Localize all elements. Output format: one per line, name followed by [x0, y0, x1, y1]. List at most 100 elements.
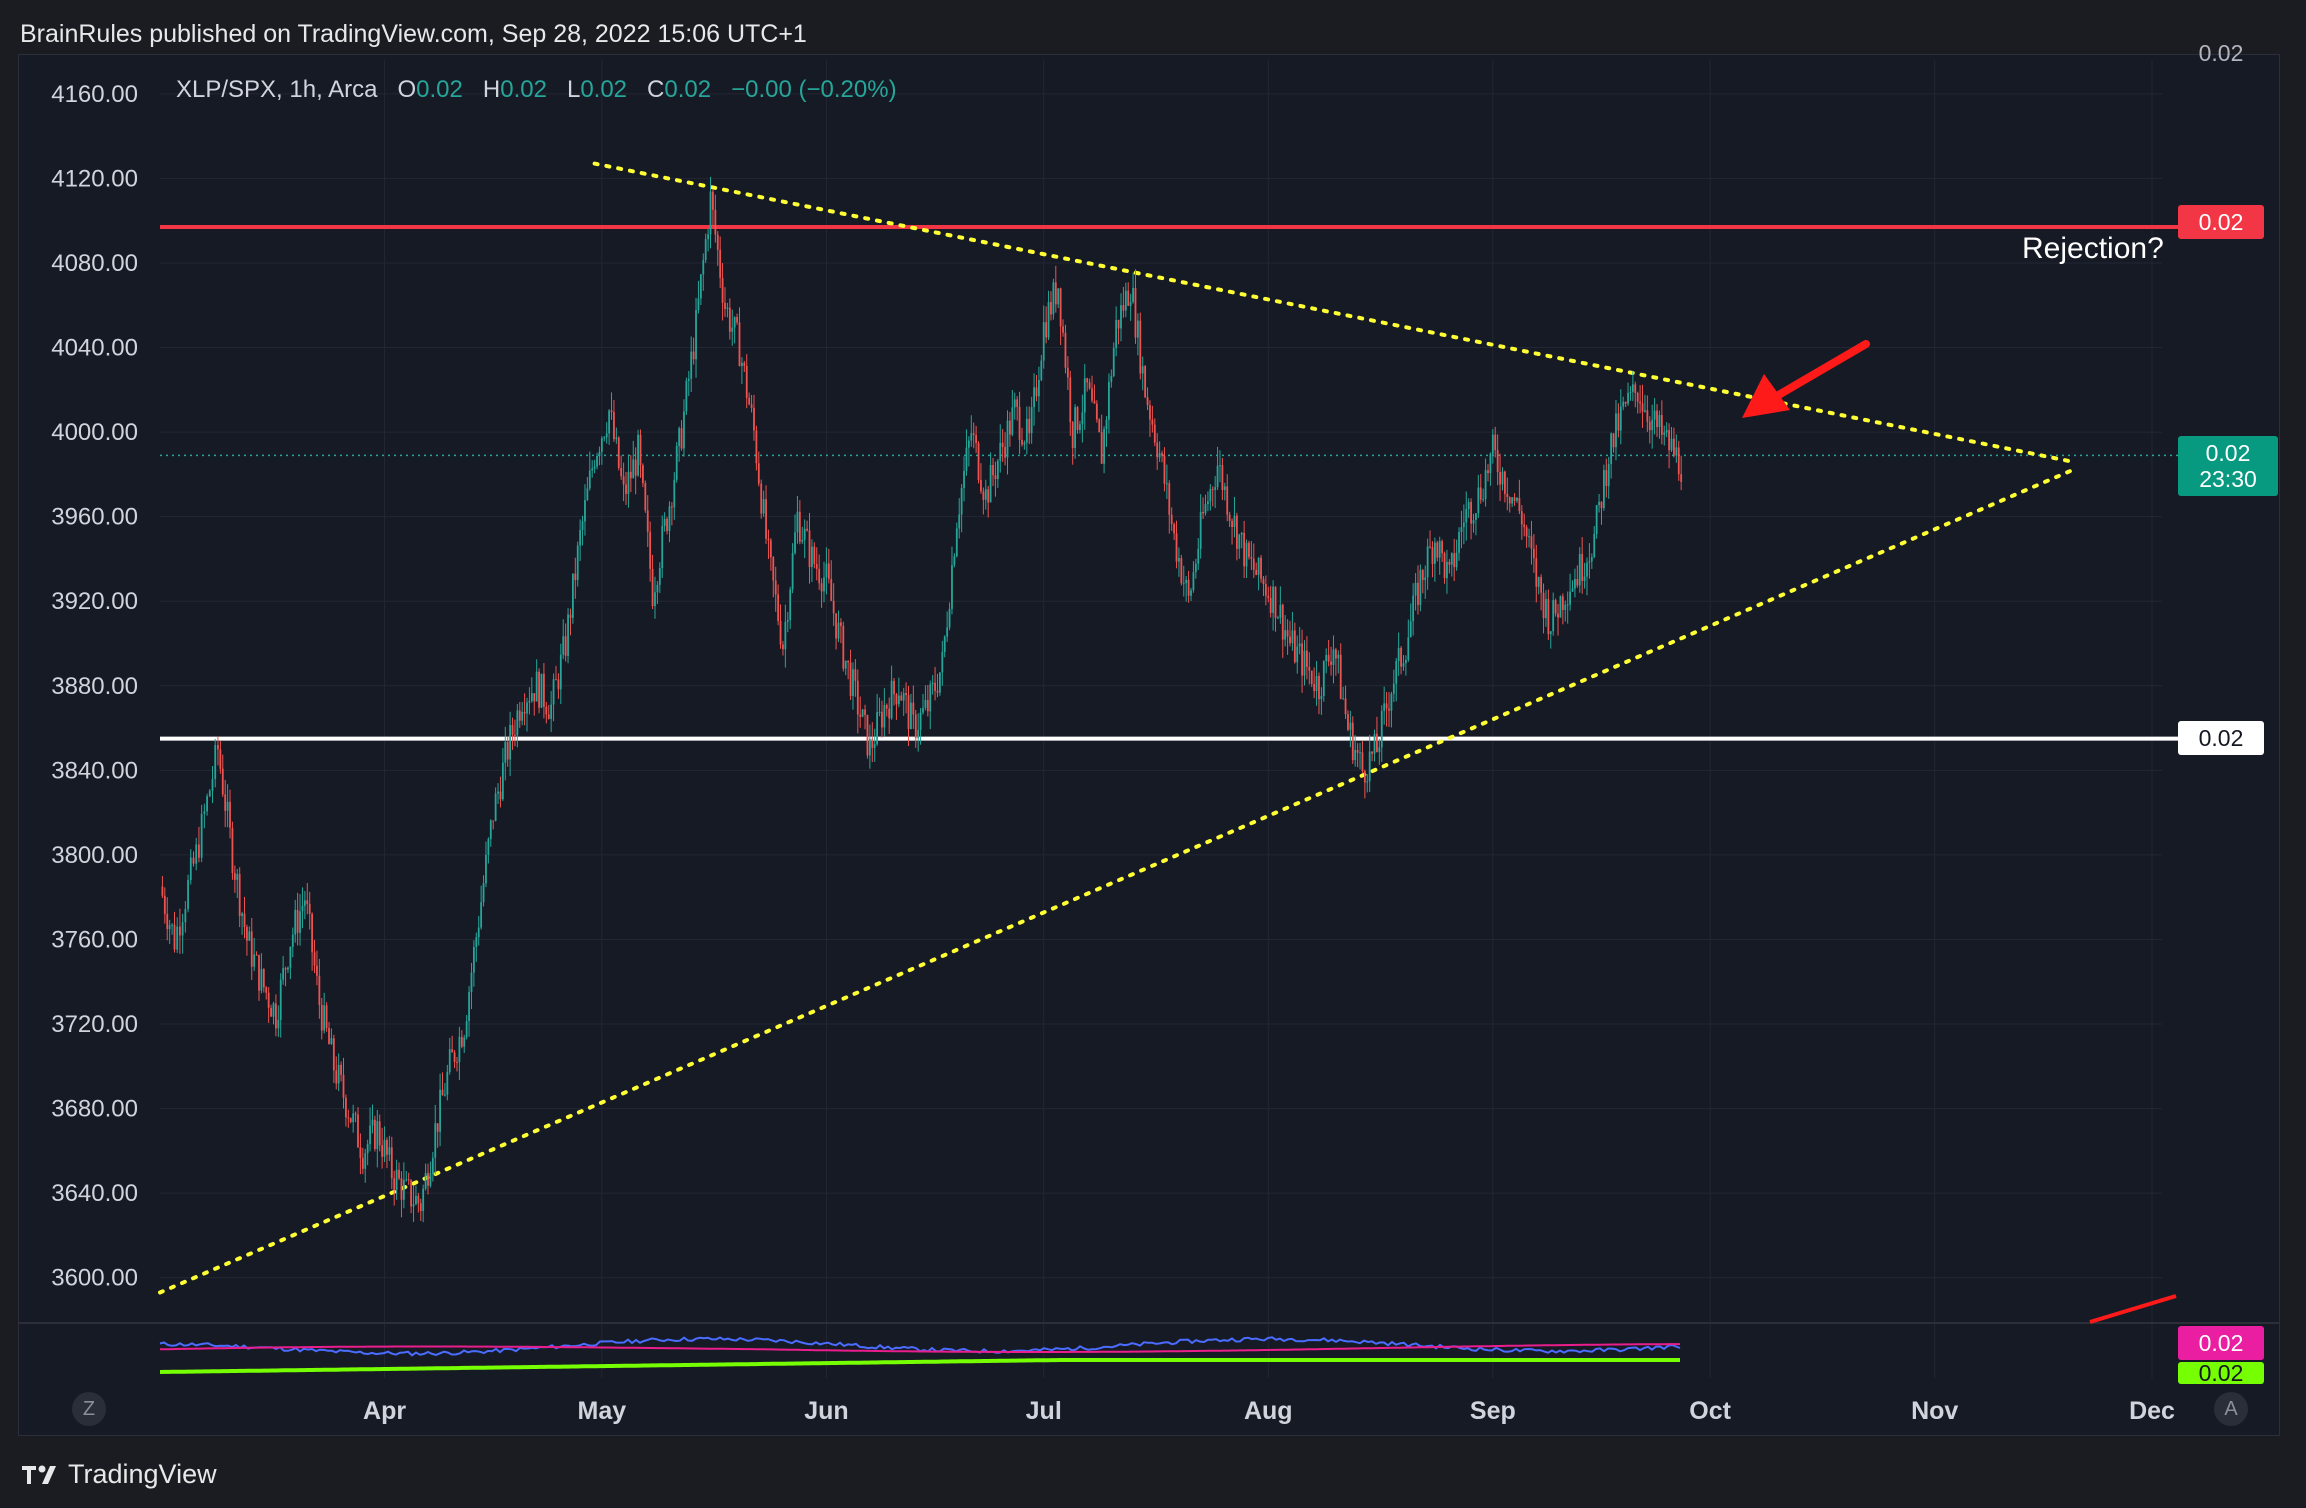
annotation-rejection: Rejection?	[2022, 232, 2164, 265]
candle-body	[1383, 703, 1386, 712]
candle-body	[189, 857, 192, 881]
candle-body	[1219, 465, 1221, 467]
candle-body	[958, 514, 961, 529]
candle-body	[1359, 752, 1361, 754]
candle-body	[673, 479, 676, 508]
candle-body	[1465, 508, 1468, 523]
candle-body	[211, 778, 214, 791]
candle-body	[1438, 541, 1441, 558]
candle-body	[501, 762, 504, 800]
candle-body	[173, 924, 176, 950]
candle-body	[208, 790, 211, 797]
chart-svg[interactable]: 4160.00 4120.00 4080.00 4040.00 4000.00 3960.…	[0, 0, 2306, 1508]
candle-body	[1523, 524, 1526, 528]
auto-scale-button[interactable]: A	[2214, 1392, 2248, 1426]
candle-body	[1168, 483, 1171, 515]
candle-body	[526, 702, 528, 714]
candle-body	[864, 709, 866, 715]
candle-body	[318, 975, 321, 1006]
candle-body	[1277, 617, 1279, 619]
candle-body	[179, 926, 181, 936]
candle-body	[1520, 511, 1523, 525]
candle-body	[922, 707, 924, 713]
candle-body	[1079, 424, 1081, 430]
candle-body	[1286, 630, 1289, 637]
candle-body	[405, 1179, 408, 1181]
candle-body	[1395, 661, 1398, 684]
candle-body	[1631, 384, 1634, 392]
candle-body	[1132, 288, 1134, 302]
candle-body	[547, 714, 550, 719]
candle-body	[992, 464, 994, 476]
candle-body	[782, 644, 784, 650]
candle-body	[1238, 534, 1241, 549]
price-tag-last: 0.02 23:30	[2178, 436, 2278, 496]
candle-body	[1574, 579, 1576, 589]
candle-body	[755, 430, 758, 464]
candle-body	[1412, 595, 1415, 622]
price-tag-osc-magenta: 0.02	[2178, 1326, 2264, 1360]
candle-body	[1216, 465, 1219, 488]
candle-body	[265, 987, 268, 993]
y-tick-label: 3840.00	[51, 757, 138, 784]
footer-brand-label: TradingView	[68, 1458, 217, 1489]
candle-body	[555, 679, 557, 681]
y-tick-label: 3640.00	[51, 1180, 138, 1207]
y-tick-label: 3920.00	[51, 588, 138, 615]
candle-body	[702, 259, 705, 275]
zoom-reset-button[interactable]: Z	[72, 1392, 106, 1426]
x-tick-label: Apr	[363, 1397, 406, 1425]
candle-body	[1202, 512, 1204, 514]
candle-body	[1583, 576, 1586, 582]
candle-body	[1525, 527, 1528, 537]
candle-body	[472, 947, 475, 973]
candle-body	[1281, 604, 1284, 640]
candle-body	[444, 1094, 446, 1096]
candle-body	[1192, 572, 1195, 591]
candle-body	[1605, 470, 1608, 487]
x-tick-label: Aug	[1244, 1397, 1293, 1425]
candle-body	[646, 510, 649, 532]
candle-body	[605, 433, 608, 438]
candle-body	[352, 1113, 355, 1123]
candle-body	[1243, 532, 1246, 567]
candle-body	[878, 711, 881, 713]
candle-body	[1675, 447, 1678, 456]
y-tick-label: 3880.00	[51, 673, 138, 700]
candle-body	[1291, 630, 1294, 644]
candle-body	[1508, 497, 1511, 504]
candle-body	[250, 931, 253, 967]
candle-body	[1262, 578, 1265, 584]
symbol-legend: XLP/SPX, 1h, Arca O0.02 H0.02 L0.02 C0.0…	[176, 72, 897, 108]
candle-body	[1390, 693, 1393, 711]
candle-body	[757, 463, 760, 484]
candle-body	[1588, 561, 1591, 563]
candle-body	[695, 310, 697, 360]
candle-body	[1257, 557, 1260, 575]
candle-body	[1648, 421, 1651, 431]
candle-body	[369, 1125, 371, 1145]
candle-body	[1429, 546, 1431, 548]
candle-body	[494, 793, 497, 821]
candle-body	[1448, 561, 1451, 565]
candle-body	[685, 380, 688, 412]
price-tag-osc-green: 0.02	[2178, 1362, 2264, 1384]
candle-body	[538, 671, 540, 708]
candle-body	[1504, 471, 1506, 494]
candle-body	[1651, 419, 1654, 431]
candle-body	[704, 239, 707, 260]
candle-body	[827, 563, 830, 579]
candle-body	[535, 671, 538, 702]
candle-body	[545, 706, 548, 715]
candle-body	[1532, 548, 1535, 559]
candle-body	[1446, 561, 1448, 579]
candle-body	[301, 905, 304, 912]
candle-body	[448, 1049, 451, 1072]
candle-body	[1308, 666, 1311, 671]
candle-body	[632, 459, 635, 479]
oscillator-green-line	[159, 1358, 1680, 1374]
candle-body	[924, 700, 927, 708]
candle-body	[419, 1203, 422, 1211]
candle-body	[1656, 410, 1658, 428]
candle-body	[984, 489, 987, 500]
